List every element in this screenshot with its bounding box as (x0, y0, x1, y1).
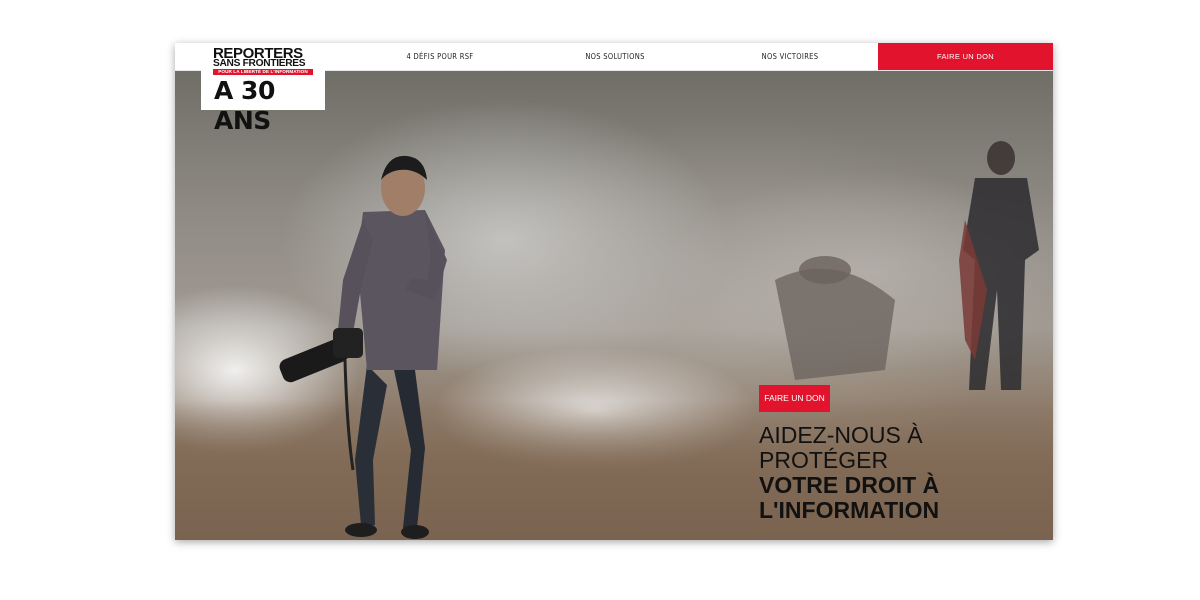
photographer-figure (279, 155, 447, 539)
nav-item-victoires[interactable]: NOS VICTOIRES (710, 43, 870, 70)
headline-line-1: AIDEZ-NOUS À (759, 422, 923, 448)
logo-line-sans-frontieres: SANS FRONTIERES (213, 58, 306, 69)
bystander-figure (959, 141, 1039, 390)
nav-item-solutions[interactable]: NOS SOLUTIONS (535, 43, 695, 70)
nav-item-defis[interactable]: 4 DÉFIS POUR RSF (360, 43, 520, 70)
logo-tagline: POUR LA LIBERTÉ DE L'INFORMATION (213, 69, 313, 75)
hero-donate-button[interactable]: FAIRE UN DON (759, 385, 830, 412)
website-frame: 4 DÉFIS POUR RSF NOS SOLUTIONS NOS VICTO… (175, 43, 1053, 540)
logo-anniversary: A 30 ANS (214, 76, 275, 135)
nav-donate-button[interactable]: FAIRE UN DON (878, 43, 1053, 70)
crouching-figure (775, 256, 895, 380)
hero-headline: AIDEZ-NOUS À PROTÉGER VOTRE DROIT À L'IN… (759, 423, 939, 523)
headline-line-2: PROTÉGER (759, 447, 889, 473)
headline-line-4: L'INFORMATION (759, 497, 940, 523)
headline-line-3: VOTRE DROIT À (759, 472, 940, 498)
rsf-logo[interactable]: REPORTERS SANS FRONTIERES POUR LA LIBERT… (201, 43, 325, 135)
